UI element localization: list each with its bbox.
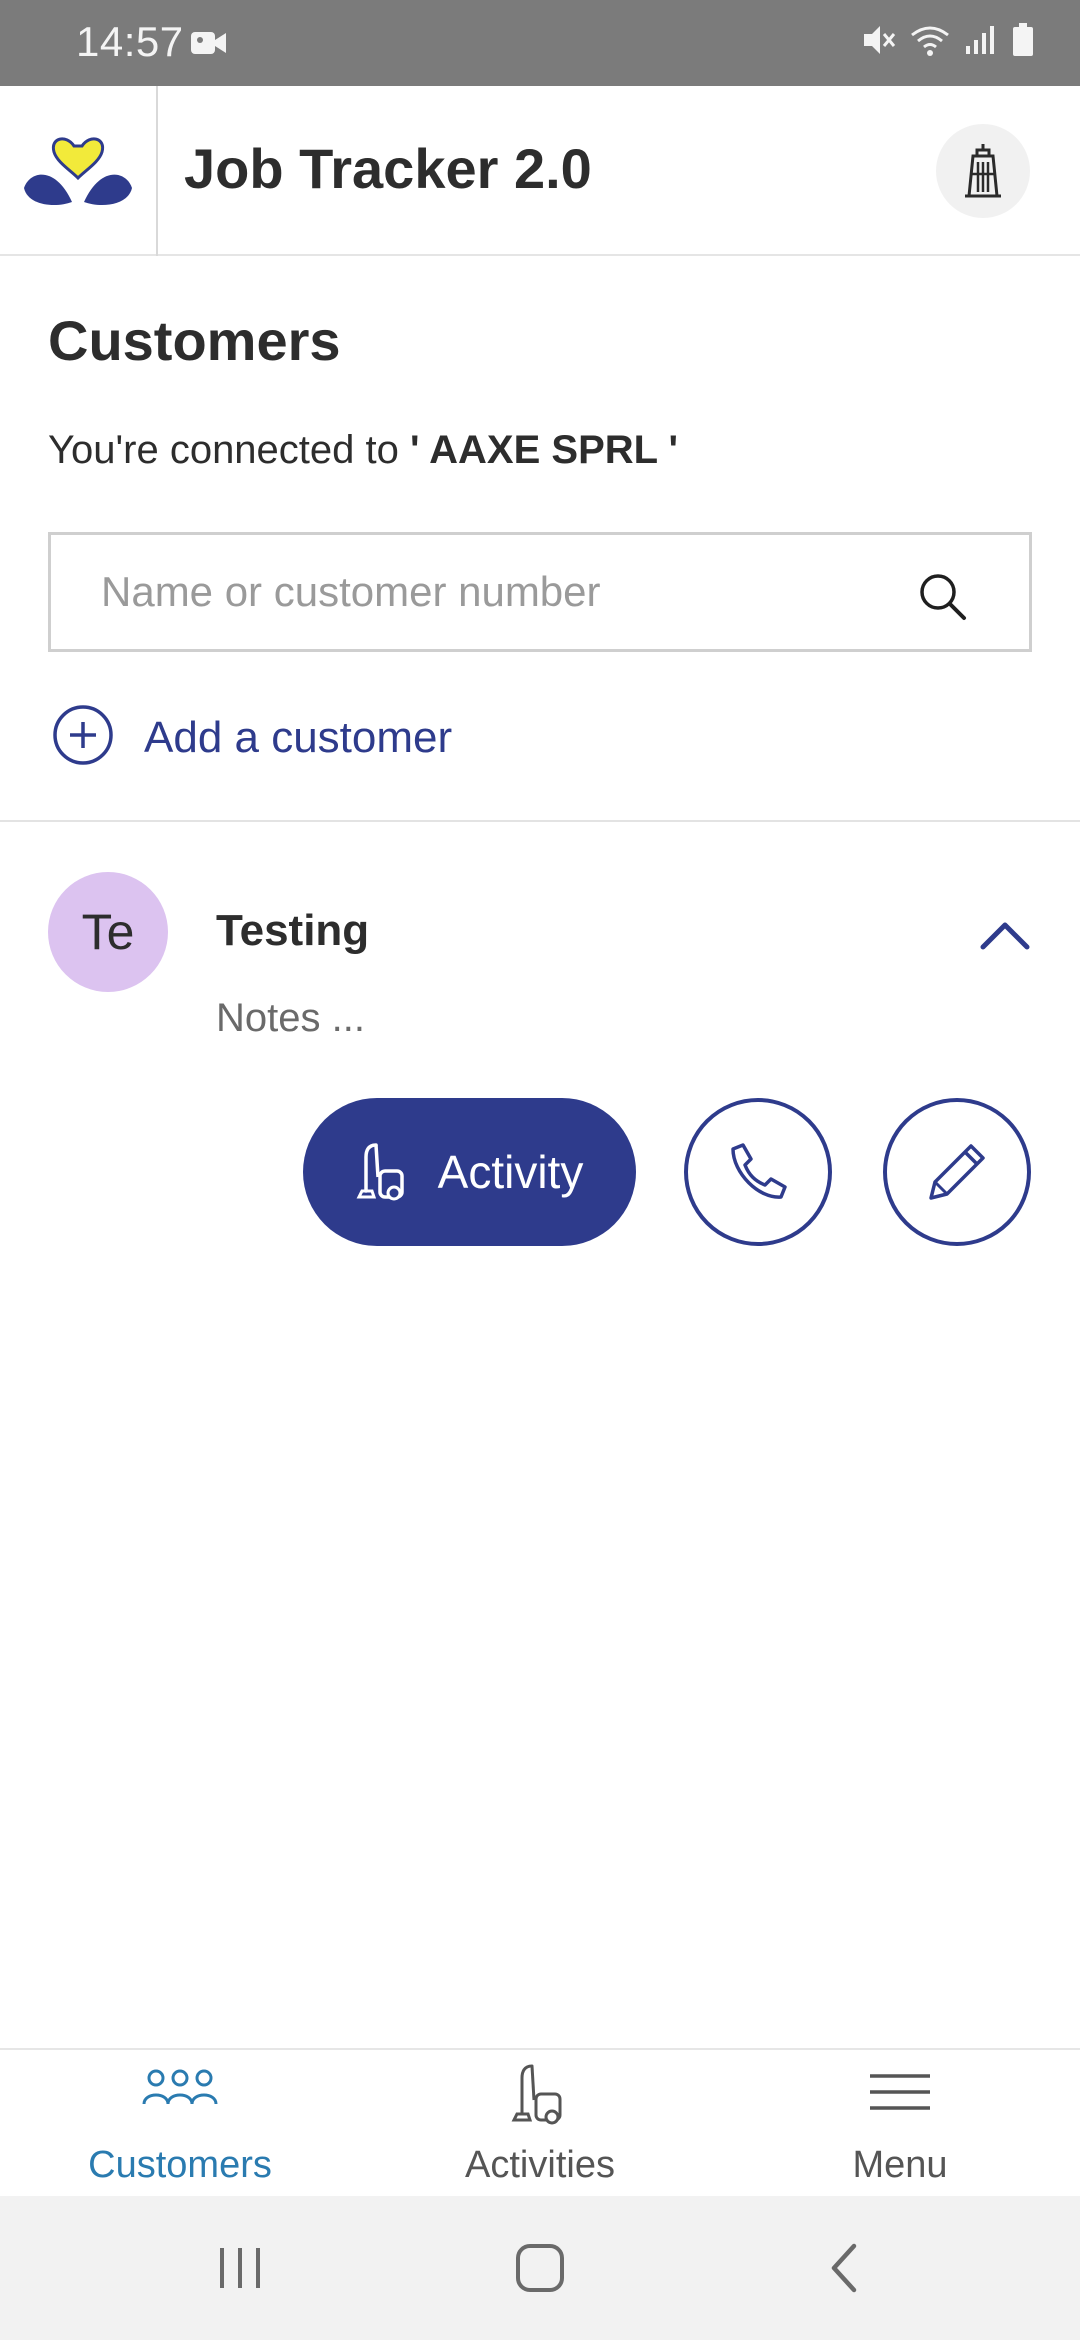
- recent-apps-icon: [220, 2248, 260, 2288]
- recent-apps-button[interactable]: [200, 2238, 280, 2298]
- building-icon: [965, 144, 1001, 198]
- chevron-up-icon: [980, 922, 1030, 950]
- divider: [0, 820, 1080, 822]
- system-nav-bar: [0, 2196, 1080, 2340]
- company-name: ' AAXE SPRL ': [410, 428, 678, 472]
- search-icon[interactable]: [917, 571, 967, 626]
- nav-label-activities: Activities: [465, 2144, 615, 2186]
- logo-icon: [24, 137, 132, 206]
- battery-icon: [1012, 23, 1034, 62]
- add-customer-button[interactable]: Add a customer: [52, 704, 452, 771]
- status-bar: 14:57: [0, 0, 1080, 86]
- customer-notes: Notes ...: [216, 996, 365, 1040]
- pencil-icon: [929, 1144, 985, 1200]
- hamburger-icon: [870, 2074, 930, 2110]
- nav-label-customers: Customers: [88, 2144, 272, 2186]
- bottom-nav: Customers Activities Menu: [0, 2048, 1080, 2196]
- vacuum-icon: [511, 2064, 562, 2125]
- search-box[interactable]: [48, 532, 1032, 652]
- home-button[interactable]: [500, 2238, 580, 2298]
- nav-item-customers[interactable]: Customers: [0, 2050, 360, 2196]
- collapse-button[interactable]: [970, 900, 1040, 970]
- avatar: Te: [48, 872, 168, 992]
- activity-button-label: Activity: [437, 1146, 584, 1198]
- home-icon: [516, 2244, 564, 2292]
- nav-item-menu[interactable]: Menu: [720, 2050, 1080, 2196]
- page-title: Customers: [48, 309, 341, 372]
- phone-icon: [731, 1143, 787, 1199]
- connection-prefix: You're connected to: [48, 428, 399, 472]
- back-button[interactable]: [804, 2238, 884, 2298]
- app-logo[interactable]: [0, 86, 158, 256]
- vacuum-icon: [356, 1143, 404, 1201]
- edit-button[interactable]: [883, 1098, 1031, 1246]
- add-customer-label: Add a customer: [144, 712, 453, 762]
- signal-icon: [964, 24, 998, 61]
- building-button[interactable]: [936, 124, 1030, 218]
- back-chevron-icon: [831, 2243, 857, 2293]
- nav-item-activities[interactable]: Activities: [360, 2050, 720, 2196]
- call-button[interactable]: [684, 1098, 832, 1246]
- customer-name[interactable]: Testing: [216, 906, 369, 956]
- plus-circle-icon: [52, 704, 114, 771]
- connection-info: You're connected to ' AAXE SPRL ': [48, 428, 678, 473]
- app-title: Job Tracker 2.0: [184, 137, 592, 200]
- status-icons: [862, 22, 1034, 63]
- wifi-icon: [910, 23, 950, 62]
- nav-label-menu: Menu: [852, 2144, 948, 2186]
- search-input[interactable]: [101, 535, 931, 649]
- app-header: Job Tracker 2.0: [0, 86, 1080, 256]
- status-time: 14:57: [76, 18, 184, 65]
- users-icon: [142, 2069, 218, 2105]
- mute-icon: [862, 22, 896, 63]
- video-camera-icon: [190, 28, 228, 63]
- activity-button[interactable]: Activity: [303, 1098, 636, 1246]
